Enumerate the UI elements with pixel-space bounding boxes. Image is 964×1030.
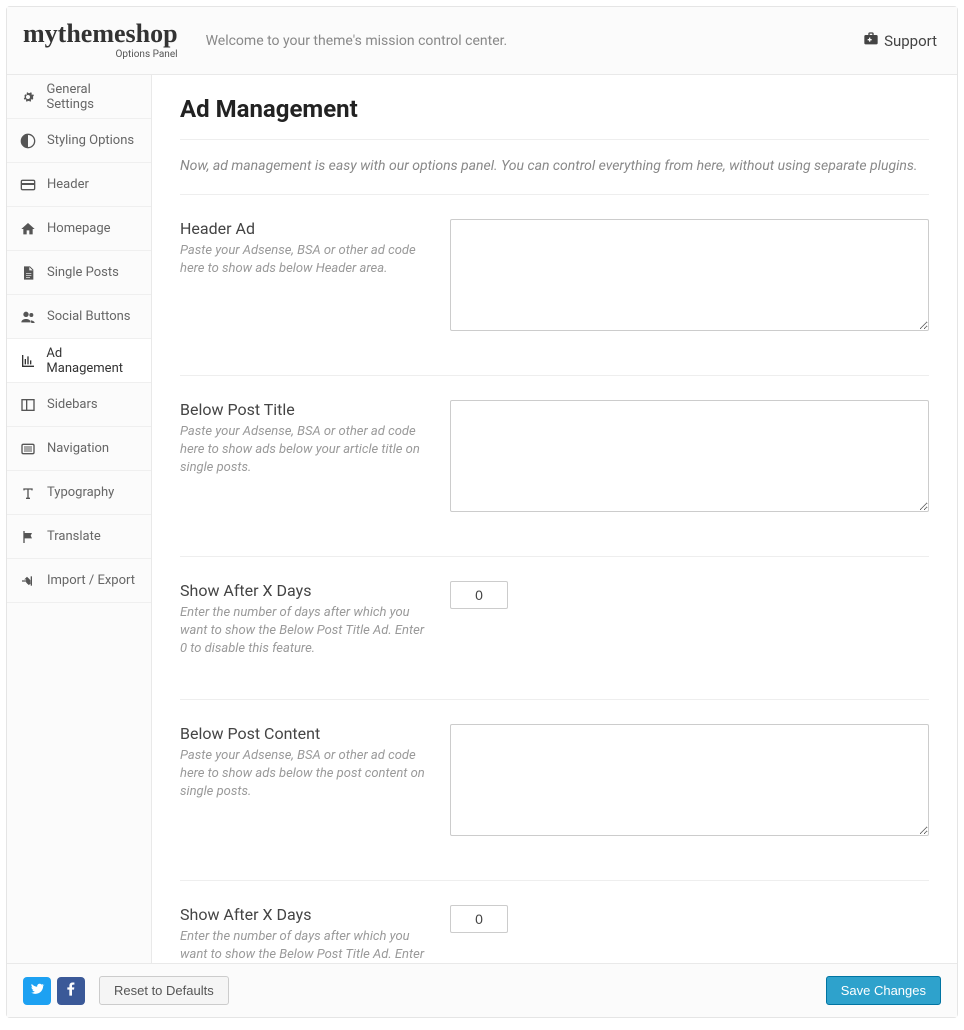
sidebar-item-label: Translate <box>47 529 101 544</box>
field-title: Show After X Days <box>180 581 430 600</box>
panel-footer: Reset to Defaults Save Changes <box>7 963 957 1017</box>
facebook-button[interactable] <box>57 977 85 1005</box>
sidebar-item-ad-management[interactable]: Ad Management <box>7 339 151 383</box>
twitter-icon <box>29 981 45 1001</box>
sidebar-item-single-posts[interactable]: Single Posts <box>7 251 151 295</box>
flag-icon <box>19 528 37 546</box>
sidebar-item-label: Navigation <box>47 441 109 456</box>
facebook-icon <box>63 981 79 1001</box>
field-show-after-days-1: Show After X Days Enter the number of da… <box>180 557 929 700</box>
sidebar-item-label: General Settings <box>47 82 139 112</box>
field-desc: Paste your Adsense, BSA or other ad code… <box>180 242 430 278</box>
sidebar-item-label: Styling Options <box>47 133 134 148</box>
logo-subtitle: Options Panel <box>116 49 178 60</box>
field-desc: Paste your Adsense, BSA or other ad code… <box>180 747 430 802</box>
sidebar: General Settings Styling Options Header … <box>7 75 152 963</box>
below-post-content-textarea[interactable] <box>450 724 929 836</box>
logo-text: mythemeshop <box>23 21 178 47</box>
content-area: Ad Management Now, ad management is easy… <box>152 75 957 963</box>
sidebar-item-general-settings[interactable]: General Settings <box>7 75 151 119</box>
field-control <box>450 219 929 335</box>
sidebar-item-homepage[interactable]: Homepage <box>7 207 151 251</box>
sidebar-item-label: Typography <box>47 485 114 500</box>
field-below-post-content: Below Post Content Paste your Adsense, B… <box>180 700 929 881</box>
sidebar-item-navigation[interactable]: Navigation <box>7 427 151 471</box>
bar-chart-icon <box>19 352 36 370</box>
users-icon <box>19 308 37 326</box>
sidebar-item-social-buttons[interactable]: Social Buttons <box>7 295 151 339</box>
support-label: Support <box>884 32 937 50</box>
save-button[interactable]: Save Changes <box>826 976 941 1005</box>
sidebar-item-label: Ad Management <box>46 346 139 376</box>
header-ad-textarea[interactable] <box>450 219 929 331</box>
field-control <box>450 581 929 659</box>
field-title: Header Ad <box>180 219 430 238</box>
field-show-after-days-2: Show After X Days Enter the number of da… <box>180 881 929 963</box>
panel-body: General Settings Styling Options Header … <box>7 75 957 963</box>
gears-icon <box>19 88 37 106</box>
sidebar-item-typography[interactable]: Typography <box>7 471 151 515</box>
welcome-text: Welcome to your theme's mission control … <box>206 33 864 49</box>
sidebar-item-label: Single Posts <box>47 265 119 280</box>
field-label: Show After X Days Enter the number of da… <box>180 581 450 659</box>
show-after-days-input-2[interactable] <box>450 905 508 933</box>
home-icon <box>19 220 37 238</box>
credit-card-icon <box>19 176 37 194</box>
reset-button[interactable]: Reset to Defaults <box>99 976 229 1005</box>
field-desc: Paste your Adsense, BSA or other ad code… <box>180 423 430 478</box>
support-icon <box>863 31 879 51</box>
sidebar-item-translate[interactable]: Translate <box>7 515 151 559</box>
sidebar-item-styling-options[interactable]: Styling Options <box>7 119 151 163</box>
sidebar-item-import-export[interactable]: Import / Export <box>7 559 151 603</box>
field-label: Below Post Content Paste your Adsense, B… <box>180 724 450 840</box>
field-title: Show After X Days <box>180 905 430 924</box>
logo: mythemeshop Options Panel <box>23 21 178 60</box>
sidebar-item-label: Social Buttons <box>47 309 131 324</box>
field-title: Below Post Title <box>180 400 430 419</box>
sidebar-item-label: Sidebars <box>47 397 98 412</box>
field-below-post-title: Below Post Title Paste your Adsense, BSA… <box>180 376 929 557</box>
field-control <box>450 400 929 516</box>
sidebar-item-label: Homepage <box>47 221 111 236</box>
field-control <box>450 724 929 840</box>
field-control <box>450 905 929 963</box>
panel-header: mythemeshop Options Panel Welcome to you… <box>7 7 957 75</box>
field-desc: Enter the number of days after which you… <box>180 928 430 963</box>
columns-icon <box>19 396 37 414</box>
document-icon <box>19 264 37 282</box>
sidebar-item-sidebars[interactable]: Sidebars <box>7 383 151 427</box>
options-panel: mythemeshop Options Panel Welcome to you… <box>6 6 958 1018</box>
field-label: Below Post Title Paste your Adsense, BSA… <box>180 400 450 516</box>
list-icon <box>19 440 37 458</box>
twitter-button[interactable] <box>23 977 51 1005</box>
sidebar-item-label: Import / Export <box>47 573 135 588</box>
sidebar-item-header[interactable]: Header <box>7 163 151 207</box>
below-post-title-textarea[interactable] <box>450 400 929 512</box>
sidebar-item-label: Header <box>47 177 89 192</box>
show-after-days-input-1[interactable] <box>450 581 508 609</box>
field-title: Below Post Content <box>180 724 430 743</box>
import-export-icon <box>19 572 37 590</box>
field-header-ad: Header Ad Paste your Adsense, BSA or oth… <box>180 195 929 376</box>
page-description: Now, ad management is easy with our opti… <box>180 158 929 195</box>
page-title: Ad Management <box>180 95 929 140</box>
field-label: Show After X Days Enter the number of da… <box>180 905 450 963</box>
field-label: Header Ad Paste your Adsense, BSA or oth… <box>180 219 450 335</box>
contrast-icon <box>19 132 37 150</box>
typography-icon <box>19 484 37 502</box>
field-desc: Enter the number of days after which you… <box>180 604 430 659</box>
support-link[interactable]: Support <box>863 31 937 51</box>
